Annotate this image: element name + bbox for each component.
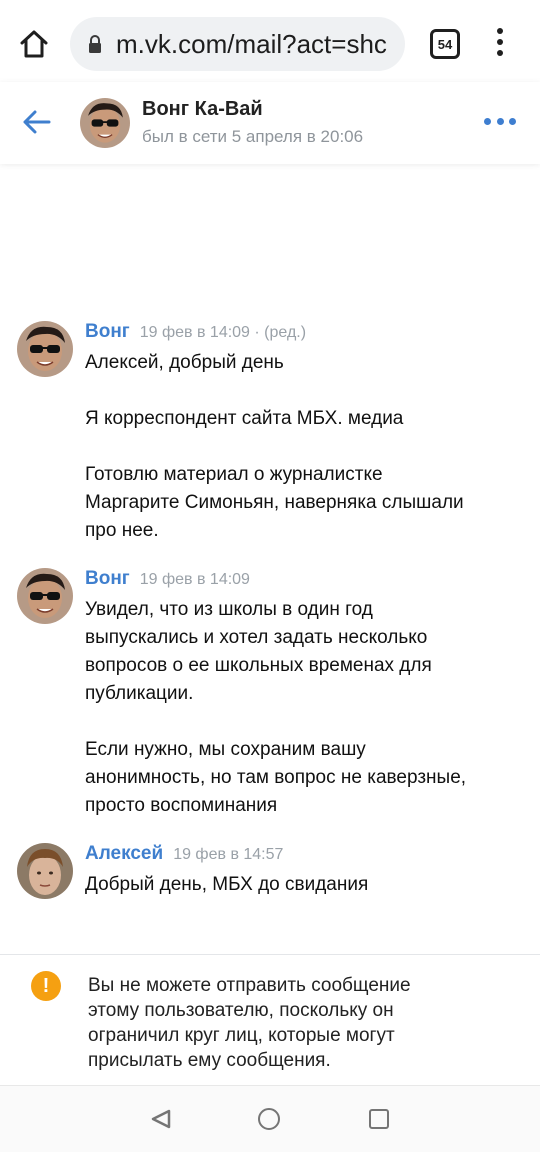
notice-text: Вы не можете отправить сообщение этому п… xyxy=(88,973,508,1073)
message-line xyxy=(85,708,525,736)
message-line xyxy=(85,377,525,405)
message-author[interactable]: Вонг xyxy=(85,321,130,342)
notice-line: присылать ему сообщения. xyxy=(88,1050,331,1071)
message-author[interactable]: Вонг xyxy=(85,568,130,589)
avatar[interactable] xyxy=(17,321,73,377)
message-time: 19 фев в 14:09 xyxy=(139,571,250,588)
message-line: Увидел, что из школы в один год xyxy=(85,599,373,620)
warning-icon: ! xyxy=(31,971,61,1001)
lock-icon xyxy=(88,35,102,53)
browser-toolbar: m.vk.com/mail?act=shc 54 xyxy=(0,0,540,82)
message-line: Если нужно, мы сохраним вашу xyxy=(85,739,366,760)
last-seen-status: был в сети 5 апреля в 20:06 xyxy=(142,127,364,146)
more-horizontal-icon[interactable] xyxy=(484,118,516,126)
message-line: вопросов о ее школьных временах для xyxy=(85,655,432,676)
message-text: Добрый день, МБХ до свидания xyxy=(85,871,525,899)
message-time: 19 фев в 14:57 xyxy=(173,846,284,863)
message-text: Увидел, что из школы в один год выпускал… xyxy=(85,596,525,820)
message-author[interactable]: Алексей xyxy=(85,843,163,864)
message-line: анонимность, но там вопрос не каверзные, xyxy=(85,767,467,788)
message-line: выпускались и хотел задать несколько xyxy=(85,627,428,648)
blocked-notice: ! Вы не можете отправить сообщение этому… xyxy=(0,955,540,1085)
message-line: Готовлю материал о журналистке xyxy=(85,464,383,485)
tab-switcher-button[interactable]: 54 xyxy=(430,29,460,59)
message-line: Маргарите Симоньян, наверняка слышали xyxy=(85,492,464,513)
message-line: Я корреспондент сайта МБХ. медиа xyxy=(85,408,404,429)
url-text[interactable]: m.vk.com/mail?act=shc xyxy=(116,30,398,58)
message-meta: Вонг 19 фев в 14:09 xyxy=(85,568,250,590)
notice-line: Вы не можете отправить сообщение xyxy=(88,975,411,996)
message-line: просто воспоминания xyxy=(85,795,278,816)
nav-home-icon[interactable] xyxy=(258,1108,280,1130)
address-bar[interactable]: m.vk.com/mail?act=shc xyxy=(70,17,405,71)
edited-label: · (ред.) xyxy=(249,324,307,341)
message-line: Алексей, добрый день xyxy=(85,352,284,373)
back-arrow-icon[interactable] xyxy=(20,108,52,136)
message-line: про нее. xyxy=(85,520,159,541)
home-icon[interactable] xyxy=(16,26,52,62)
message-meta: Вонг 19 фев в 14:09 · (ред.) xyxy=(85,321,306,343)
message-time: 19 фев в 14:09 xyxy=(139,324,250,341)
avatar[interactable] xyxy=(17,843,73,899)
notice-line: этому пользователю, поскольку он xyxy=(88,1000,394,1021)
system-nav-bar xyxy=(0,1085,540,1152)
message-text: Алексей, добрый день Я корреспондент сай… xyxy=(85,349,525,545)
message-line: публикации. xyxy=(85,683,194,704)
message-line xyxy=(85,433,525,461)
nav-recent-apps-icon[interactable] xyxy=(369,1109,389,1129)
chat-header: Вонг Ка-Вай был в сети 5 апреля в 20:06 xyxy=(0,82,540,164)
more-vert-icon[interactable] xyxy=(492,28,508,60)
message-meta: Алексей 19 фев в 14:57 xyxy=(85,843,283,865)
nav-back-icon[interactable] xyxy=(150,1108,172,1130)
avatar[interactable] xyxy=(80,98,130,148)
contact-name[interactable]: Вонг Ка-Вай xyxy=(142,98,263,121)
notice-line: ограничил круг лиц, которые могут xyxy=(88,1025,395,1046)
message-line: Добрый день, МБХ до свидания xyxy=(85,874,369,895)
avatar[interactable] xyxy=(17,568,73,624)
